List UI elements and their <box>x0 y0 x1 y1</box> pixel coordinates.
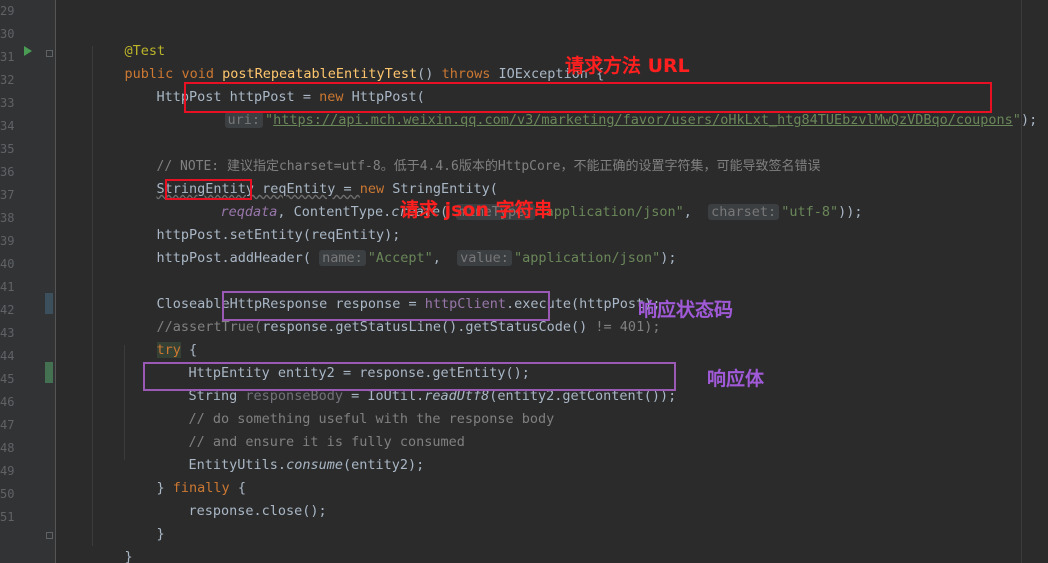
request-json-label: 请求 json 字符串 <box>400 199 553 221</box>
parameter-hint: value: <box>457 250 512 266</box>
line-number: 29 <box>0 4 15 18</box>
code-line-42[interactable]: try { <box>124 316 197 358</box>
status-code-highlight-box <box>222 291 550 321</box>
vcs-change-marker[interactable] <box>45 293 53 314</box>
line-number: 32 <box>0 73 15 87</box>
parameter-hint: charset: <box>708 204 780 220</box>
line-number: 46 <box>0 395 15 409</box>
line-number: 50 <box>0 487 15 501</box>
url-link[interactable]: https://api.mch.weixin.qq.com/v3/marketi… <box>273 112 1013 128</box>
line-number: 41 <box>0 280 15 294</box>
response-body-label: 响应体 <box>707 368 765 390</box>
line-number: 43 <box>0 326 15 340</box>
line-number: 37 <box>0 188 15 202</box>
code-line-35[interactable]: StringEntity reqEntity = new StringEntit… <box>124 155 498 197</box>
code-text: ); <box>1020 112 1038 128</box>
keyword-throws: throws <box>441 66 491 82</box>
code-line-30[interactable]: public void postRepeatableEntityTest() t… <box>92 40 605 82</box>
line-number: 39 <box>0 234 15 248</box>
string-literal: "application/json" <box>513 250 661 266</box>
string-literal: "Accept" <box>367 250 433 266</box>
string-literal: "application/json" <box>537 204 684 220</box>
indent-guide <box>92 46 93 546</box>
line-number: 31 <box>0 50 15 64</box>
code-line-38[interactable]: httpPost.addHeader( name: "Accept", value… <box>124 224 677 266</box>
line-number: 42 <box>0 303 15 317</box>
line-number: 34 <box>0 119 15 133</box>
parameter-hint: name: <box>319 250 366 266</box>
code-line-43[interactable]: HttpEntity entity2 = response.getEntity(… <box>156 339 530 381</box>
reqdata-highlight-box <box>165 179 252 200</box>
fold-marker-icon[interactable] <box>46 50 53 57</box>
code-line-37[interactable]: httpPost.setEntity(reqEntity); <box>124 201 401 243</box>
code-line-47[interactable]: EntityUtils.consume(entity2); <box>156 431 425 473</box>
line-number: 35 <box>0 142 15 156</box>
code-text: response.close(); <box>188 503 327 519</box>
code-line-46[interactable]: // and ensure it is fully consumed <box>156 408 465 450</box>
status-code-expression: response.getStatusLine().getStatusCode() <box>262 319 588 335</box>
request-url-label: 请求方法 URL <box>565 55 690 77</box>
fold-marker-icon[interactable] <box>46 532 53 539</box>
code-text: } <box>156 526 165 542</box>
consume-method: consume <box>286 457 343 473</box>
string-quote: " <box>265 112 274 128</box>
code-line-48[interactable]: } finally { <box>124 454 246 496</box>
line-number: 49 <box>0 464 15 478</box>
url-highlight-box <box>184 82 992 113</box>
run-test-icon[interactable] <box>24 46 32 56</box>
code-line-40[interactable]: CloseableHttpResponse response = httpCli… <box>124 270 661 312</box>
code-line-49[interactable]: response.close(); <box>156 477 327 519</box>
code-text: ); <box>660 250 677 266</box>
code-text: )); <box>838 204 863 220</box>
code-text: httpPost.addHeader( <box>156 250 311 266</box>
line-number: 48 <box>0 441 15 455</box>
code-text: (entity2); <box>342 457 425 473</box>
code-line-34[interactable]: // NOTE: 建议指定charset=utf-8。低于4.4.6版本的Htt… <box>124 132 821 174</box>
code-line-50[interactable]: } <box>124 500 165 542</box>
vcs-change-marker[interactable] <box>45 362 53 383</box>
status-code-label: 响应状态码 <box>638 299 734 321</box>
code-text: } <box>124 549 133 563</box>
line-number: 51 <box>0 510 15 524</box>
string-literal: "utf-8" <box>781 204 839 220</box>
line-number: 44 <box>0 349 15 363</box>
line-number: 40 <box>0 257 15 271</box>
right-margin-guide <box>1021 0 1022 563</box>
code-line-29[interactable]: @Test <box>92 17 166 59</box>
code-text: , <box>432 250 450 266</box>
line-number: 36 <box>0 165 15 179</box>
line-number: 45 <box>0 372 15 386</box>
line-number: 38 <box>0 211 15 225</box>
line-number-gutter: 29 30 31 32 33 34 35 36 37 38 39 40 41 4… <box>0 0 56 563</box>
line-number: 47 <box>0 418 15 432</box>
line-number: 33 <box>0 96 15 110</box>
parameter-hint: uri: <box>224 112 264 128</box>
line-number: 30 <box>0 27 15 41</box>
response-body-highlight-box <box>143 362 676 391</box>
code-line-51[interactable]: } <box>92 523 133 563</box>
code-editor[interactable]: 29 30 31 32 33 34 35 36 37 38 39 40 41 4… <box>0 0 1048 563</box>
code-text: , <box>683 204 701 220</box>
string-quote: " <box>1012 112 1021 128</box>
